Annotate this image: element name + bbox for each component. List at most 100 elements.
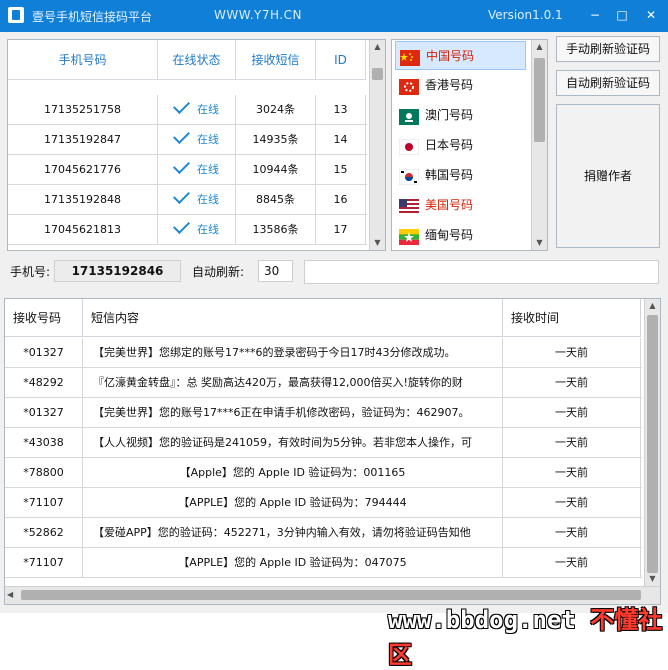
jp-flag-icon [398,137,420,156]
phone-cell: 17045621813 [8,215,158,244]
country-item-usa[interactable]: 美国号码 [395,191,526,220]
header-id[interactable]: ID [316,40,366,79]
content-cell: 【爱碰APP】您的验证码：452271，3分钟内输入有效，请勿将验证码告知他 [83,518,503,547]
table-row[interactable]: *71107 【APPLE】您的 Apple ID 验证码为：794444 一天… [5,488,642,518]
check-icon [173,187,190,204]
time-cell: 一天前 [503,458,641,487]
header-sender[interactable]: 接收号码 [5,299,83,336]
id-cell: 13 [316,95,366,124]
sender-cell: *78800 [5,458,83,487]
header-time[interactable]: 接收时间 [503,299,641,336]
country-label-japan: 日本号码 [425,138,474,152]
auto-refresh-interval-input[interactable]: 30 [258,260,293,282]
numbers-table: 手机号码 在线状态 接收短信 ID 17135251758 在线 3024条 1… [7,39,386,251]
table-row[interactable]: *01327 【完美世界】您绑定的账号17***6的登录密码于今日17时43分修… [5,338,642,368]
time-cell: 一天前 [503,398,641,427]
table-row[interactable]: 17045621813 在线 13586条 17 [8,215,367,245]
scroll-up-arrow-icon[interactable]: ▲ [370,40,385,54]
numbers-scrollbar[interactable]: ▲ ▼ [369,40,385,250]
messages-hscroll-thumb[interactable] [21,590,641,600]
table-row[interactable]: *01327 【完美世界】您的账号17***6正在申请手机修改密码，验证码为：4… [5,398,642,428]
status-label: 在线 [197,193,219,206]
manual-refresh-button[interactable]: 手动刷新验证码 [556,36,660,62]
status-label: 在线 [197,103,219,116]
watermark-site: www.bbdog.net [388,606,576,634]
sms-count-cell: 14935条 [236,125,316,154]
table-row[interactable]: *78800 【Apple】您的 Apple ID 验证码为：001165 一天… [5,458,642,488]
phone-number-field[interactable]: 17135192846 [54,260,181,282]
table-row[interactable]: 17135192848 在线 8845条 16 [8,185,367,215]
country-list: 中国号码 香港号码 澳门号码 日本号码 韩国号码 美国号码 缅甸号码 ▲ ▼ [391,39,548,251]
auto-refresh-button[interactable]: 自动刷新验证码 [556,70,660,96]
header-status[interactable]: 在线状态 [158,40,236,79]
table-row[interactable]: *43038 【人人视频】您的验证码是241059，有效时间为5分钟。若非您本人… [5,428,642,458]
scroll-up-arrow-icon[interactable]: ▲ [532,40,547,54]
country-label-korea: 韩国号码 [425,168,474,182]
id-cell: 16 [316,185,366,214]
content-cell: 【APPLE】您的 Apple ID 验证码为：794444 [83,488,503,517]
status-label: 在线 [197,223,219,236]
sender-cell: *52862 [5,518,83,547]
status-cell: 在线 [158,155,236,184]
messages-scrollbar[interactable]: ▲ ▼ [644,299,660,586]
hk-flag-icon [399,77,419,95]
messages-table: 接收号码 短信内容 接收时间 *01327 【完美世界】您绑定的账号17***6… [4,298,661,605]
sms-count-cell: 13586条 [236,215,316,244]
donate-author-button[interactable]: 捐赠作者 [556,104,660,248]
content-cell: 【APPLE】您的 Apple ID 验证码为：047075 [83,548,503,577]
messages-table-body: *01327 【完美世界】您绑定的账号17***6的登录密码于今日17时43分修… [5,338,642,578]
minimize-button[interactable]: − [585,6,605,24]
table-row[interactable]: *71107 【APPLE】您的 Apple ID 验证码为：047075 一天… [5,548,642,578]
maximize-button[interactable]: □ [612,6,632,24]
status-cell: 在线 [158,125,236,154]
scroll-down-arrow-icon[interactable]: ▼ [532,236,547,250]
check-icon [173,127,190,144]
header-phone[interactable]: 手机号码 [8,40,158,79]
sender-cell: *01327 [5,398,83,427]
content-cell: 【完美世界】您的账号17***6正在申请手机修改密码，验证码为：462907。 [83,398,503,427]
country-item-japan[interactable]: 日本号码 [395,131,526,160]
scroll-down-arrow-icon[interactable]: ▼ [370,236,385,250]
header-content[interactable]: 短信内容 [83,299,503,336]
phone-cell: 17135192847 [8,125,158,154]
check-icon [173,97,190,114]
scroll-up-arrow-icon[interactable]: ▲ [645,299,660,313]
scroll-left-arrow-icon[interactable]: ◀ [7,589,19,601]
country-item-china[interactable]: 中国号码 [395,41,526,70]
table-row[interactable]: 17135251758 在线 3024条 13 [8,95,367,125]
country-item-hongkong[interactable]: 香港号码 [395,71,526,100]
us-flag-icon [399,197,419,215]
status-cell: 在线 [158,95,236,124]
app-phone-icon [8,7,24,23]
title-bar: 壹号手机短信接码平台 WWW.Y7H.CN Version1.0.1 − □ ✕ [0,0,668,32]
sms-count-cell: 10944条 [236,155,316,184]
id-cell: 14 [316,125,366,154]
country-label-usa: 美国号码 [425,198,474,212]
country-item-korea[interactable]: 韩国号码 [395,161,526,190]
numbers-scroll-thumb[interactable] [372,68,383,80]
table-row[interactable]: 17045621776 在线 10944条 15 [8,155,367,185]
content-cell: 【完美世界】您绑定的账号17***6的登录密码于今日17时43分修改成功。 [83,338,503,367]
auto-refresh-label: 自动刷新: [192,265,245,279]
messages-scroll-thumb[interactable] [647,315,658,573]
scroll-down-arrow-icon[interactable]: ▼ [645,572,660,586]
status-input[interactable] [304,260,659,284]
table-row[interactable]: *48292 『亿濠黄金转盘』：总 奖励高达420万，最高获得12,000倍买入… [5,368,642,398]
sms-count-cell: 3024条 [236,95,316,124]
table-row[interactable]: *52862 【爱碰APP】您的验证码：452271，3分钟内输入有效，请勿将验… [5,518,642,548]
mm-flag-icon [399,227,419,245]
country-item-macau[interactable]: 澳门号码 [395,101,526,130]
cn-flag-icon [400,48,420,66]
time-cell: 一天前 [503,548,641,577]
country-label-hongkong: 香港号码 [425,78,474,92]
sender-cell: *48292 [5,368,83,397]
time-cell: 一天前 [503,428,641,457]
country-scroll-thumb[interactable] [534,58,545,142]
table-row[interactable]: 17135192847 在线 14935条 14 [8,125,367,155]
time-cell: 一天前 [503,368,641,397]
header-sms[interactable]: 接收短信 [236,40,316,79]
country-item-myanmar[interactable]: 缅甸号码 [395,221,526,250]
check-icon [173,217,190,234]
close-button[interactable]: ✕ [641,6,661,24]
country-scrollbar[interactable]: ▲ ▼ [531,40,547,250]
